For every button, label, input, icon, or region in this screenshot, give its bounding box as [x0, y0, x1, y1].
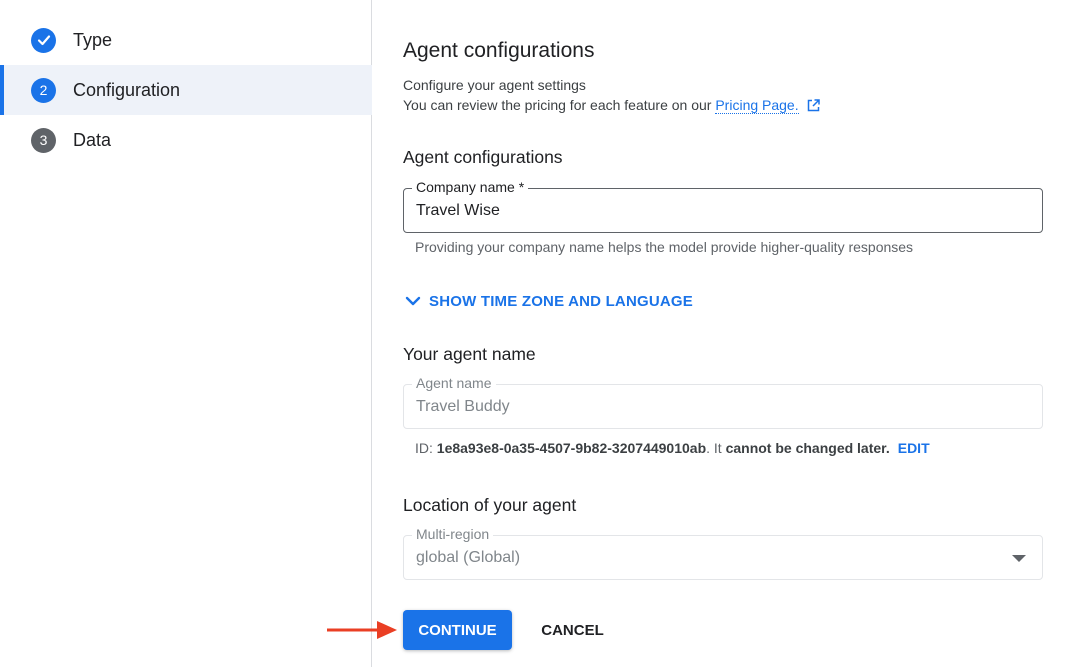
pricing-description: You can review the pricing for each feat… — [403, 97, 820, 115]
location-heading: Location of your agent — [403, 495, 577, 515]
step-number-badge: 2 — [31, 77, 56, 103]
multi-region-label: Multi-region — [412, 526, 494, 542]
agent-name-value: Travel Buddy — [416, 398, 510, 415]
edit-agent-id-button[interactable]: EDIT — [898, 440, 930, 456]
agent-name-heading: Your agent name — [403, 344, 536, 364]
company-name-hint: Providing your company name helps the mo… — [415, 239, 914, 255]
agent-id-hint: ID: 1e8a93e8-0a35-4507-9b82-3207449010ab… — [415, 440, 930, 456]
show-timezone-toggle[interactable]: SHOW TIME ZONE AND LANGUAGE — [403, 291, 693, 311]
step-number-badge: 3 — [31, 127, 56, 153]
step-label: Data — [73, 129, 112, 150]
agent-id-middle: . It — [706, 440, 726, 456]
agent-id-warning: cannot be changed later. — [725, 440, 890, 456]
dropdown-arrow-icon — [1012, 555, 1026, 562]
company-name-input[interactable]: Company name * Travel Wise — [403, 179, 1043, 233]
page-title: Agent configurations — [403, 39, 595, 62]
company-name-value: Travel Wise — [416, 202, 500, 219]
cancel-button[interactable]: CANCEL — [530, 610, 615, 650]
page-description: Configure your agent settings — [403, 77, 586, 93]
agent-name-input: Agent name Travel Buddy — [403, 375, 1043, 429]
step-configuration[interactable]: 2 Configuration — [0, 65, 372, 115]
company-name-label: Company name * — [412, 179, 529, 195]
agent-name-label: Agent name — [412, 375, 496, 391]
step-label: Configuration — [73, 79, 181, 100]
multi-region-select[interactable]: Multi-region global (Global) — [403, 526, 1043, 580]
check-icon — [31, 27, 56, 53]
show-timezone-label: SHOW TIME ZONE AND LANGUAGE — [429, 292, 694, 310]
step-label: Type — [73, 29, 113, 50]
annotation-arrow-icon — [327, 621, 397, 639]
agent-id-prefix: ID: — [415, 440, 437, 456]
step-type[interactable]: Type — [0, 15, 372, 65]
external-link-icon[interactable] — [807, 99, 820, 115]
multi-region-value: global (Global) — [416, 549, 521, 566]
company-section-heading: Agent configurations — [403, 147, 563, 167]
continue-button[interactable]: CONTINUE — [403, 610, 512, 650]
stepper-sidebar: Type 2 Configuration 3 Data — [0, 0, 372, 667]
pricing-text: You can review the pricing for each feat… — [403, 97, 712, 113]
chevron-down-icon — [405, 296, 421, 306]
agent-id-value: 1e8a93e8-0a35-4507-9b82-3207449010ab — [436, 440, 707, 456]
pricing-link[interactable]: Pricing Page. — [715, 97, 799, 114]
step-data[interactable]: 3 Data — [0, 115, 372, 165]
